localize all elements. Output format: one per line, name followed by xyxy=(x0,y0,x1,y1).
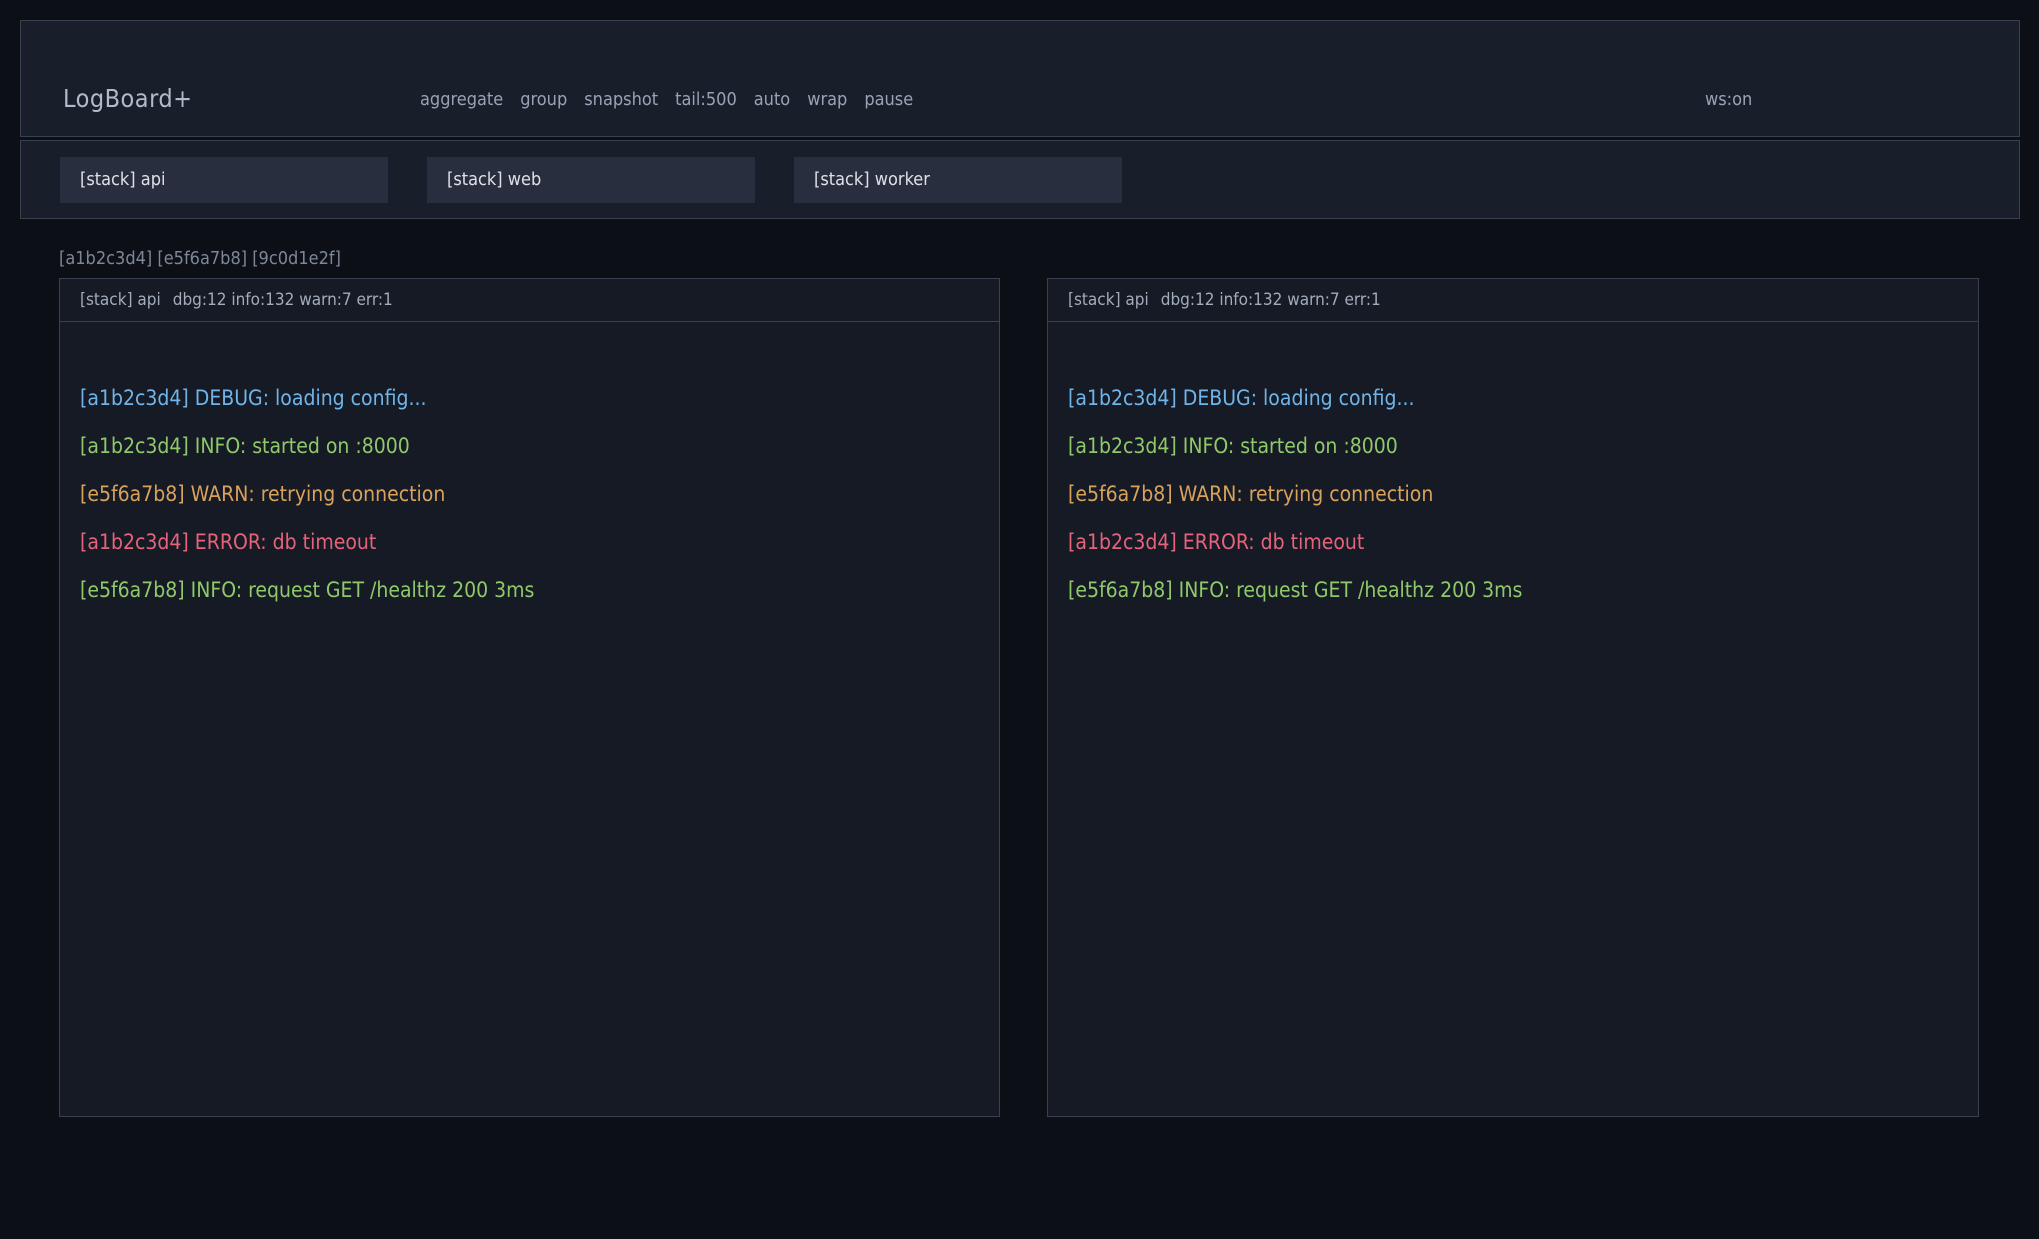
log-line: [e5f6a7b8] WARN: retrying connection xyxy=(1068,470,1958,518)
log-panel-left: [stack] apidbg:12 info:132 warn:7 err:1 … xyxy=(59,278,1000,1117)
log-line: [a1b2c3d4] DEBUG: loading config... xyxy=(1068,374,1958,422)
menu-item-snapshot[interactable]: snapshot xyxy=(584,89,658,111)
menu-item-auto[interactable]: auto xyxy=(754,89,790,111)
log-scroll-area[interactable]: [a1b2c3d4] DEBUG: loading config... [a1b… xyxy=(60,322,999,1116)
log-line: [a1b2c3d4] ERROR: db timeout xyxy=(1068,518,1958,566)
panel-stack-title: [stack] api xyxy=(80,290,161,310)
menu-item-group[interactable]: group xyxy=(520,89,567,111)
log-line: [e5f6a7b8] WARN: retrying connection xyxy=(80,470,979,518)
app-title: LogBoard+ xyxy=(63,85,193,113)
panel-level-counts: dbg:12 info:132 warn:7 err:1 xyxy=(1161,290,1381,310)
header-menu: aggregate group snapshot tail:500 auto w… xyxy=(420,89,913,111)
log-line: [a1b2c3d4] DEBUG: loading config... xyxy=(80,374,979,422)
stack-toolbar: [stack] api [stack] web [stack] worker xyxy=(20,140,2020,219)
log-panel-right: [stack] apidbg:12 info:132 warn:7 err:1 … xyxy=(1047,278,1979,1117)
trace-id-list: [a1b2c3d4] [e5f6a7b8] [9c0d1e2f] xyxy=(59,247,341,271)
panel-stack-title: [stack] api xyxy=(1068,290,1149,310)
log-scroll-area[interactable]: [a1b2c3d4] DEBUG: loading config... [a1b… xyxy=(1048,322,1978,1116)
menu-item-aggregate[interactable]: aggregate xyxy=(420,89,503,111)
log-line: [a1b2c3d4] INFO: started on :8000 xyxy=(1068,422,1958,470)
header-bar: LogBoard+ aggregate group snapshot tail:… xyxy=(20,20,2020,137)
menu-item-pause[interactable]: pause xyxy=(864,89,913,111)
logboard-app: LogBoard+ aggregate group snapshot tail:… xyxy=(0,0,2039,1239)
websocket-status: ws:on xyxy=(1705,89,1752,111)
panel-level-counts: dbg:12 info:132 warn:7 err:1 xyxy=(173,290,393,310)
log-line: [a1b2c3d4] INFO: started on :8000 xyxy=(80,422,979,470)
log-line: [e5f6a7b8] INFO: request GET /healthz 20… xyxy=(1068,566,1958,614)
log-line: [a1b2c3d4] ERROR: db timeout xyxy=(80,518,979,566)
menu-item-tail[interactable]: tail:500 xyxy=(675,89,737,111)
stack-button-worker[interactable]: [stack] worker xyxy=(794,157,1122,203)
menu-item-wrap[interactable]: wrap xyxy=(807,89,847,111)
log-panel-header: [stack] api dbg:12 info:132 warn:7 err:1 xyxy=(60,279,999,322)
stack-button-api[interactable]: [stack] api xyxy=(60,157,388,203)
log-panel-header: [stack] api dbg:12 info:132 warn:7 err:1 xyxy=(1048,279,1978,322)
log-line: [e5f6a7b8] INFO: request GET /healthz 20… xyxy=(80,566,979,614)
stack-button-web[interactable]: [stack] web xyxy=(427,157,755,203)
